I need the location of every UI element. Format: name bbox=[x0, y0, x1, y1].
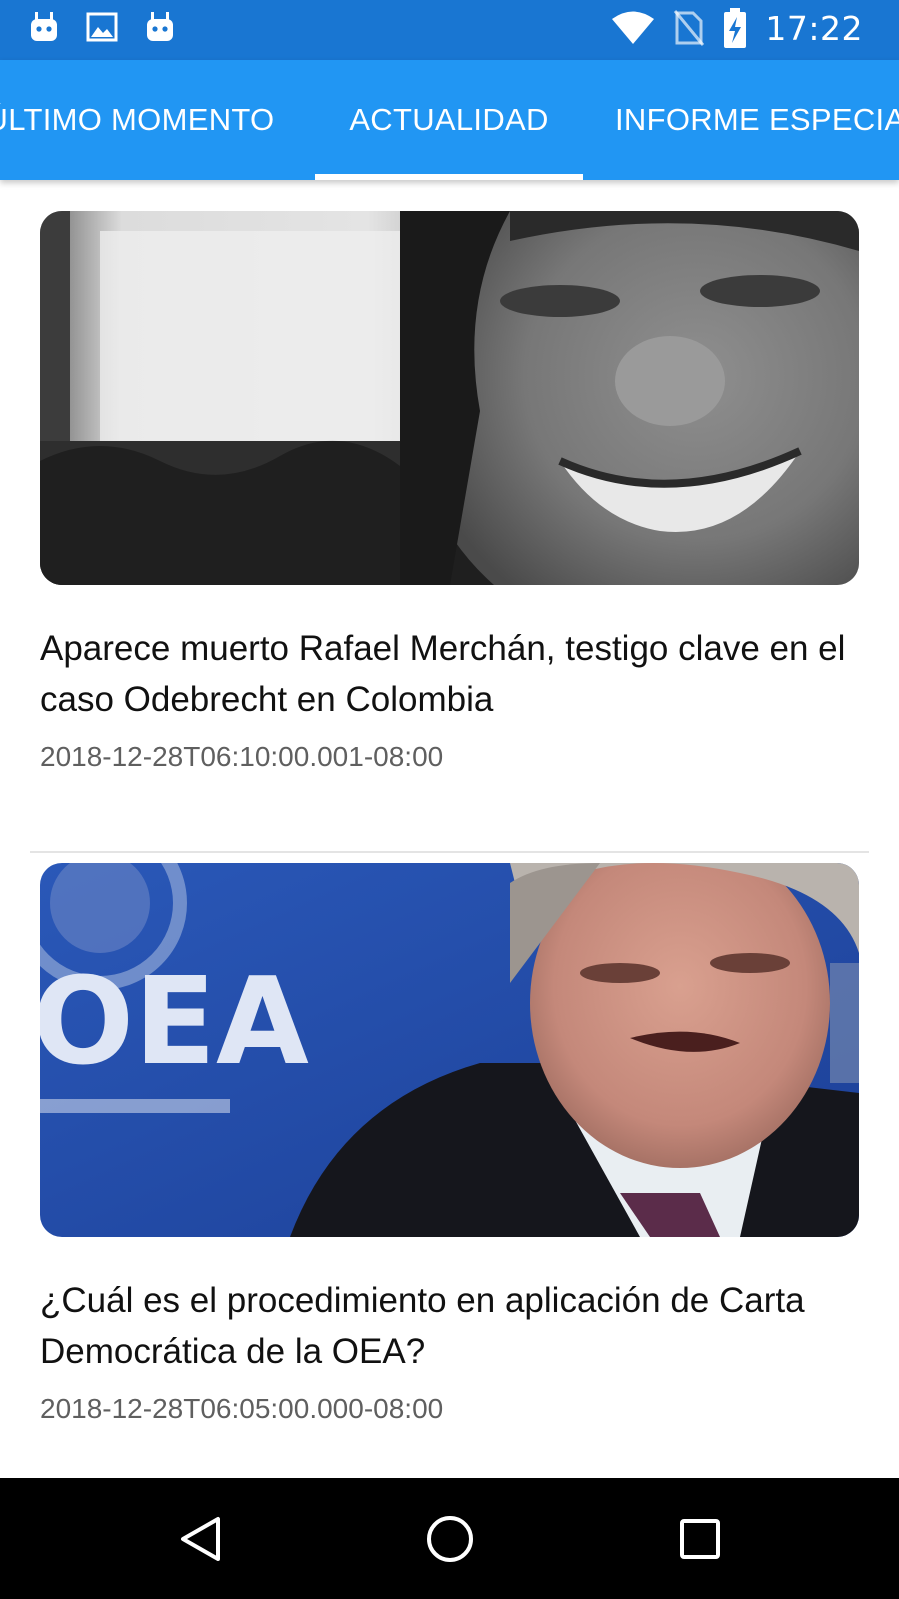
no-sim-icon bbox=[674, 10, 705, 46]
oea-logo-text: OEA bbox=[40, 953, 309, 1092]
recents-icon bbox=[680, 1518, 720, 1559]
card-divider bbox=[30, 851, 869, 853]
news-feed[interactable]: Aparece muerto Rafael Merchán, testigo c… bbox=[0, 180, 899, 1478]
system-navigation-bar bbox=[0, 1478, 899, 1599]
home-icon bbox=[427, 1515, 473, 1562]
battery-charging-icon bbox=[724, 8, 747, 48]
back-icon bbox=[181, 1516, 220, 1561]
notification-icons bbox=[28, 10, 176, 44]
article-date: 2018-12-28T06:05:00.000-08:00 bbox=[40, 1393, 444, 1424]
article-image[interactable] bbox=[40, 211, 859, 585]
back-button[interactable] bbox=[140, 1478, 260, 1599]
tab-ultimo-momento[interactable]: ÚLTIMO MOMENTO bbox=[0, 60, 300, 180]
tab-actualidad[interactable]: ACTUALIDAD bbox=[315, 60, 583, 180]
clock: 17:22 bbox=[765, 8, 863, 48]
android-notification-icon bbox=[31, 12, 57, 41]
article-image[interactable]: OEA bbox=[40, 863, 859, 1237]
category-tab-bar: ÚLTIMO MOMENTO ACTUALIDAD INFORME ESPECI… bbox=[0, 60, 899, 180]
selected-tab-indicator bbox=[315, 174, 583, 180]
article-title[interactable]: Aparece muerto Rafael Merchán, testigo c… bbox=[40, 623, 860, 725]
app-screen: 17:22 ÚLTIMO MOMENTO ACTUALIDAD INFORME … bbox=[0, 0, 899, 1599]
tab-informe-especial[interactable]: INFORME ESPECIAL bbox=[615, 60, 899, 180]
home-button[interactable] bbox=[390, 1478, 510, 1599]
status-bar: 17:22 bbox=[0, 0, 899, 60]
recents-button[interactable] bbox=[640, 1478, 760, 1599]
article-date: 2018-12-28T06:10:00.001-08:00 bbox=[40, 741, 444, 772]
article-title[interactable]: ¿Cuál es el procedimiento en aplicación … bbox=[40, 1275, 860, 1377]
wifi-icon bbox=[612, 11, 655, 44]
system-status-icons: 17:22 bbox=[611, 8, 863, 48]
image-notification-icon bbox=[86, 12, 118, 42]
android-notification-icon bbox=[147, 12, 173, 41]
